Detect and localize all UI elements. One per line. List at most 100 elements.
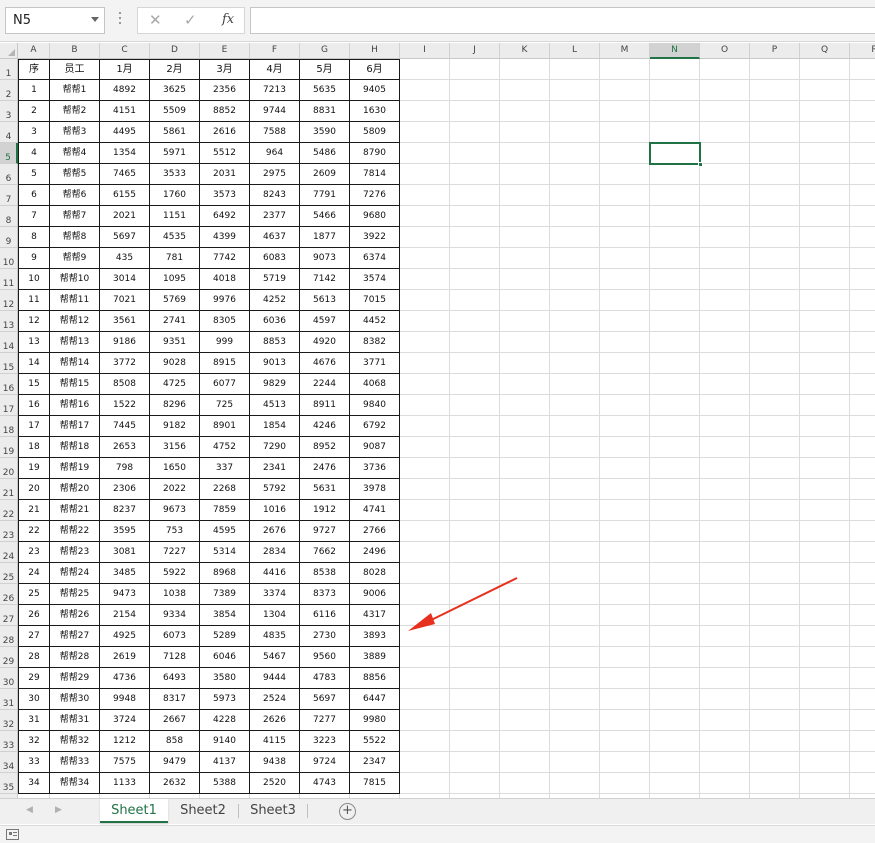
grid-cell[interactable] (850, 647, 875, 668)
grid-cell[interactable] (550, 185, 600, 206)
grid-cell[interactable]: 6046 (200, 647, 250, 668)
grid-cell[interactable] (450, 269, 500, 290)
grid-cell[interactable]: 2306 (100, 479, 150, 500)
grid-cell[interactable] (700, 647, 750, 668)
grid-cell[interactable]: 9405 (350, 80, 400, 101)
grid-cell[interactable] (650, 290, 700, 311)
grid-cell[interactable] (550, 647, 600, 668)
grid-cell[interactable] (450, 752, 500, 773)
grid-cell[interactable]: 序 (18, 59, 50, 80)
grid-cell[interactable] (550, 458, 600, 479)
grid-cell[interactable] (650, 353, 700, 374)
grid-cell[interactable]: 3081 (100, 542, 150, 563)
grid-cell[interactable]: 34 (18, 773, 50, 794)
grid-cell[interactable] (600, 605, 650, 626)
grid-cell[interactable]: 8 (18, 227, 50, 248)
grid-cell[interactable]: 5697 (300, 689, 350, 710)
grid-cell[interactable]: 3533 (150, 164, 200, 185)
grid-cell[interactable] (750, 185, 800, 206)
grid-cell[interactable]: 9673 (150, 500, 200, 521)
grid-cell[interactable] (700, 773, 750, 794)
row-header[interactable]: 29 (0, 647, 18, 668)
grid-cell[interactable]: 8296 (150, 395, 200, 416)
grid-cell[interactable] (500, 710, 550, 731)
grid-cell[interactable]: 帮帮6 (50, 185, 100, 206)
grid-cell[interactable] (750, 416, 800, 437)
grid-cell[interactable]: 3771 (350, 353, 400, 374)
grid-cell[interactable]: 4399 (200, 227, 250, 248)
grid-cell[interactable]: 4068 (350, 374, 400, 395)
grid-cell[interactable] (650, 206, 700, 227)
grid-cell[interactable]: 6 (18, 185, 50, 206)
grid-cell[interactable]: 17 (18, 416, 50, 437)
grid-cell[interactable] (700, 290, 750, 311)
grid-cell[interactable]: 1522 (100, 395, 150, 416)
grid-cell[interactable] (600, 185, 650, 206)
grid-cell[interactable]: 6116 (300, 605, 350, 626)
grid-cell[interactable] (700, 731, 750, 752)
grid-cell[interactable]: 8237 (100, 500, 150, 521)
grid-cell[interactable]: 9727 (300, 521, 350, 542)
grid-cell[interactable]: 4317 (350, 605, 400, 626)
grid-cell[interactable] (400, 290, 450, 311)
grid-cell[interactable] (850, 500, 875, 521)
grid-cell[interactable] (550, 101, 600, 122)
insert-function-icon[interactable]: fx (222, 12, 234, 27)
grid-cell[interactable] (600, 59, 650, 80)
column-header[interactable]: H (350, 43, 400, 59)
grid-cell[interactable] (600, 752, 650, 773)
grid-cell[interactable] (800, 542, 850, 563)
grid-cell[interactable] (600, 668, 650, 689)
grid-cell[interactable] (700, 374, 750, 395)
grid-cell[interactable]: 3223 (300, 731, 350, 752)
column-header[interactable]: R (850, 43, 875, 59)
grid-cell[interactable]: 5719 (250, 269, 300, 290)
grid-cell[interactable]: 7859 (200, 500, 250, 521)
grid-cell[interactable] (600, 332, 650, 353)
grid-cell[interactable]: 1151 (150, 206, 200, 227)
grid-cell[interactable] (850, 311, 875, 332)
grid-cell[interactable] (800, 689, 850, 710)
grid-cell[interactable] (650, 479, 700, 500)
grid-cell[interactable]: 26 (18, 605, 50, 626)
grid-cell[interactable]: 9976 (200, 290, 250, 311)
grid-cell[interactable]: 14 (18, 353, 50, 374)
grid-cell[interactable]: 6155 (100, 185, 150, 206)
grid-cell[interactable]: 6492 (200, 206, 250, 227)
formula-input[interactable] (250, 7, 875, 34)
grid-cell[interactable] (750, 164, 800, 185)
grid-cell[interactable]: 25 (18, 584, 50, 605)
grid-cell[interactable] (400, 521, 450, 542)
grid-cell[interactable] (750, 668, 800, 689)
grid-cell[interactable]: 4835 (250, 626, 300, 647)
grid-cell[interactable] (400, 122, 450, 143)
grid-cell[interactable]: 3595 (100, 521, 150, 542)
row-header[interactable]: 1 (0, 59, 18, 80)
grid-cell[interactable] (600, 689, 650, 710)
grid-cell[interactable] (800, 164, 850, 185)
grid-cell[interactable]: 2 (18, 101, 50, 122)
grid-cell[interactable]: 3978 (350, 479, 400, 500)
grid-cell[interactable] (800, 668, 850, 689)
grid-cell[interactable]: 3580 (200, 668, 250, 689)
grid-cell[interactable]: 5467 (250, 647, 300, 668)
grid-cell[interactable]: 29 (18, 668, 50, 689)
grid-cell[interactable]: 32 (18, 731, 50, 752)
grid-cell[interactable] (600, 542, 650, 563)
grid-cell[interactable] (700, 227, 750, 248)
grid-cell[interactable]: 2730 (300, 626, 350, 647)
grid-cell[interactable]: 9073 (300, 248, 350, 269)
name-box-dropdown-icon[interactable] (91, 17, 99, 22)
grid-cell[interactable]: 7465 (100, 164, 150, 185)
row-header[interactable]: 25 (0, 563, 18, 584)
row-header[interactable]: 22 (0, 500, 18, 521)
grid-cell[interactable] (650, 605, 700, 626)
grid-cell[interactable]: 435 (100, 248, 150, 269)
grid-cell[interactable] (550, 206, 600, 227)
grid-cell[interactable]: 1038 (150, 584, 200, 605)
row-header[interactable]: 34 (0, 752, 18, 773)
grid-cell[interactable] (550, 773, 600, 794)
grid-cell[interactable] (500, 143, 550, 164)
grid-cell[interactable] (650, 668, 700, 689)
grid-cell[interactable]: 帮帮24 (50, 563, 100, 584)
